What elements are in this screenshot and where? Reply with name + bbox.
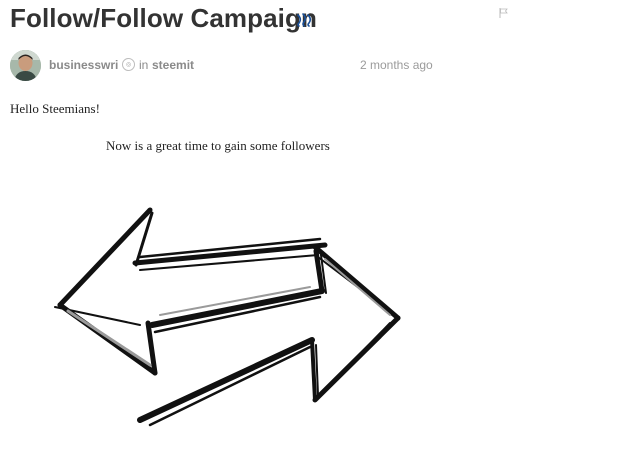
post-page: Follow/Follow Campaign businesswri ◎ in … <box>0 0 624 463</box>
steem-logo-icon <box>297 13 312 27</box>
intro-text: Now is a great time to gain some followe… <box>106 138 330 153</box>
double-arrow-sketch-image <box>54 207 401 427</box>
community-link[interactable]: steemit <box>152 58 194 72</box>
author-avatar[interactable] <box>10 50 41 81</box>
post-title[interactable]: Follow/Follow Campaign <box>10 3 317 34</box>
greeting-text: Hello Steemians! <box>10 101 100 116</box>
reputation-badge-icon: ◎ <box>122 58 135 71</box>
flag-icon[interactable] <box>499 8 508 18</box>
avatar-image <box>10 50 41 81</box>
post-timestamp[interactable]: 2 months ago <box>360 58 433 72</box>
in-label: in <box>139 58 149 72</box>
author-name[interactable]: businesswri <box>49 58 118 72</box>
